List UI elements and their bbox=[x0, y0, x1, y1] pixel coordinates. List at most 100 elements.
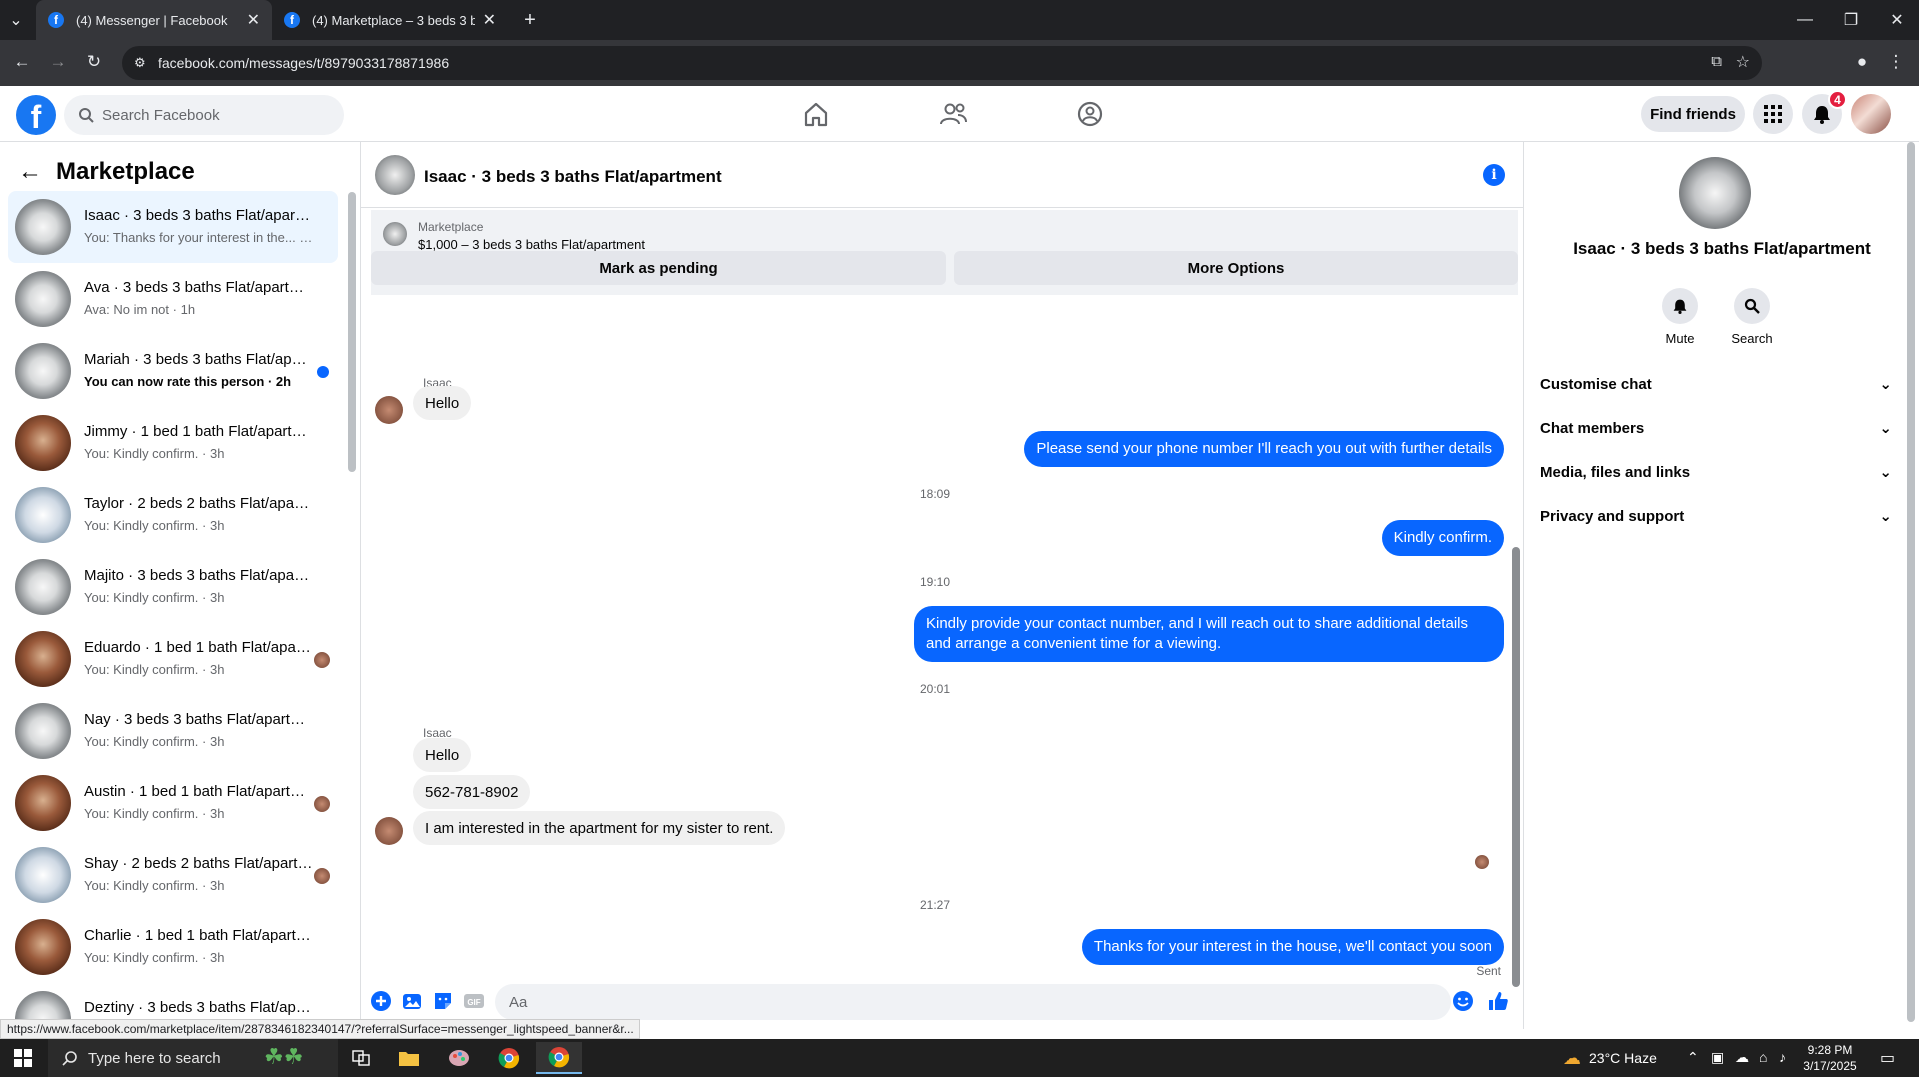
conversation-item[interactable]: Nay · 3 beds 3 baths Flat/apartment You: … bbox=[8, 695, 338, 767]
sender-avatar[interactable] bbox=[375, 396, 403, 424]
paint-app-icon[interactable] bbox=[436, 1042, 482, 1074]
incoming-message[interactable]: Hello bbox=[413, 386, 472, 420]
snippet-time: 3h bbox=[209, 950, 225, 965]
tab-search-icon[interactable]: ⌄ bbox=[0, 0, 32, 40]
home-icon[interactable] bbox=[801, 99, 831, 129]
facebook-search-input[interactable]: Search Facebook bbox=[64, 95, 344, 135]
onedrive-icon[interactable]: ☁ bbox=[1735, 1049, 1749, 1066]
conversation-name: Eduardo · 1 bed 1 bath Flat/apartment bbox=[84, 639, 314, 656]
outgoing-message[interactable]: Please send your phone number I'll reach… bbox=[1024, 431, 1504, 467]
close-tab-icon[interactable]: ✕ bbox=[247, 10, 260, 30]
message-placeholder: Aa bbox=[509, 993, 528, 1011]
conversation-item[interactable]: Isaac · 3 beds 3 baths Flat/apartment You… bbox=[8, 191, 338, 263]
chat-avatar[interactable] bbox=[375, 155, 415, 195]
outgoing-message[interactable]: Kindly provide your contact number, and … bbox=[914, 606, 1504, 662]
emoji-icon[interactable] bbox=[1452, 990, 1474, 1012]
site-info-icon[interactable]: ⚙ bbox=[134, 55, 146, 71]
conversation-item[interactable]: Shay · 2 beds 2 baths Flat/apartment You:… bbox=[8, 839, 338, 911]
sticker-icon[interactable] bbox=[432, 990, 454, 1012]
file-explorer-icon[interactable] bbox=[386, 1042, 432, 1074]
conversation-item[interactable]: Eduardo · 1 bed 1 bath Flat/apartment You… bbox=[8, 623, 338, 695]
chrome-active-window-icon[interactable] bbox=[536, 1042, 582, 1074]
tab-messenger[interactable]: f (4) Messenger | Facebook ✕ bbox=[36, 0, 272, 40]
conversation-item[interactable]: Mariah · 3 beds 3 baths Flat/apartment Yo… bbox=[8, 335, 338, 407]
notification-center-icon[interactable]: ▭ bbox=[1880, 1048, 1895, 1068]
conversation-item[interactable]: Majito · 3 beds 3 baths Flat/apartment Yo… bbox=[8, 551, 338, 623]
section-customise-chat[interactable]: Customise chat ⌄ bbox=[1540, 362, 1892, 406]
start-button[interactable] bbox=[0, 1039, 46, 1077]
separator: · bbox=[198, 446, 210, 461]
snippet-time: 2h bbox=[275, 374, 292, 389]
address-bar[interactable]: ⚙ facebook.com/messages/t/89790331788719… bbox=[122, 46, 1762, 80]
page-scrollbar[interactable] bbox=[1907, 142, 1915, 1022]
section-privacy-support[interactable]: Privacy and support ⌄ bbox=[1540, 494, 1892, 538]
account-avatar[interactable] bbox=[1851, 94, 1891, 134]
snippet-text: You: Kindly confirm. bbox=[84, 518, 199, 533]
section-chat-members[interactable]: Chat members ⌄ bbox=[1540, 406, 1892, 450]
photo-icon[interactable] bbox=[401, 990, 423, 1012]
restore-icon[interactable]: ❐ bbox=[1828, 0, 1874, 40]
install-app-icon[interactable]: ⧉ bbox=[1711, 53, 1722, 70]
system-clock[interactable]: 9:28 PM 3/17/2025 bbox=[1794, 1042, 1866, 1074]
incoming-message[interactable]: Hello bbox=[413, 738, 472, 772]
snippet-time: 3h bbox=[209, 590, 225, 605]
network-icon[interactable]: ⌂ bbox=[1759, 1049, 1767, 1065]
menu-grid-button[interactable] bbox=[1753, 94, 1793, 134]
profile-icon[interactable]: ● bbox=[1848, 48, 1876, 76]
sent-status: Sent bbox=[1476, 964, 1501, 978]
conversation-item[interactable]: Taylor · 2 beds 2 baths Flat/apartment Yo… bbox=[8, 479, 338, 551]
conversation-item[interactable]: Charlie · 1 bed 1 bath Flat/apartment You… bbox=[8, 911, 338, 983]
bookmark-star-icon[interactable]: ☆ bbox=[1736, 52, 1750, 72]
conversation-item[interactable]: Austin · 1 bed 1 bath Flat/apartment You:… bbox=[8, 767, 338, 839]
conversation-item[interactable]: Ava · 3 beds 3 baths Flat/apartment Ava: … bbox=[8, 263, 338, 335]
search-button[interactable]: Search bbox=[1717, 288, 1787, 346]
back-icon[interactable]: ← bbox=[8, 48, 36, 76]
message-input[interactable]: Aa bbox=[495, 984, 1451, 1020]
show-hidden-icons-icon[interactable]: ⌃ bbox=[1687, 1049, 1699, 1066]
incoming-message[interactable]: I am interested in the apartment for my … bbox=[413, 811, 786, 845]
browser-toolbar: ← → ↻ ⚙ facebook.com/messages/t/89790331… bbox=[0, 40, 1919, 86]
snippet-text: Ava: No im not bbox=[84, 302, 170, 317]
minimize-icon[interactable]: — bbox=[1782, 0, 1828, 40]
details-avatar[interactable] bbox=[1679, 157, 1751, 229]
gif-icon[interactable]: GIF bbox=[463, 990, 485, 1012]
volume-icon[interactable]: ♪ bbox=[1779, 1049, 1786, 1065]
mute-button[interactable]: Mute bbox=[1645, 288, 1715, 346]
groups-icon[interactable] bbox=[1075, 99, 1105, 129]
facebook-logo-icon[interactable]: f bbox=[16, 95, 56, 135]
info-icon[interactable]: i bbox=[1483, 164, 1505, 186]
sender-avatar[interactable] bbox=[375, 817, 403, 845]
separator: · bbox=[198, 950, 210, 965]
chat-title[interactable]: Isaac · 3 beds 3 baths Flat/apartment bbox=[424, 167, 722, 187]
friends-icon[interactable] bbox=[938, 99, 968, 129]
back-arrow-icon[interactable]: ← bbox=[18, 158, 42, 186]
conversation-item[interactable]: Jimmy · 1 bed 1 bath Flat/apartment You: … bbox=[8, 407, 338, 479]
close-tab-icon[interactable]: ✕ bbox=[483, 10, 496, 30]
menu-kebab-icon[interactable]: ⋮ bbox=[1882, 48, 1910, 76]
more-options-button[interactable]: More Options bbox=[954, 251, 1518, 285]
snippet-time: 1h bbox=[180, 302, 196, 317]
plus-icon[interactable] bbox=[370, 990, 392, 1012]
sidebar-scrollbar[interactable] bbox=[348, 192, 356, 472]
reload-icon[interactable]: ↻ bbox=[80, 48, 108, 76]
find-friends-button[interactable]: Find friends bbox=[1641, 96, 1745, 132]
incoming-message[interactable]: 562-781-8902 bbox=[413, 775, 531, 809]
outgoing-message[interactable]: Kindly confirm. bbox=[1381, 520, 1504, 556]
outgoing-message[interactable]: Thanks for your interest in the house, w… bbox=[1081, 929, 1504, 965]
thumbs-up-icon[interactable] bbox=[1487, 990, 1509, 1012]
chrome-icon[interactable] bbox=[486, 1042, 532, 1074]
close-window-icon[interactable]: ✕ bbox=[1874, 0, 1919, 40]
meet-now-icon[interactable]: ▣ bbox=[1711, 1049, 1724, 1066]
forward-icon[interactable]: → bbox=[44, 48, 72, 76]
taskbar-search-box[interactable]: Type here to search ☘☘ bbox=[48, 1039, 338, 1077]
tab-marketplace[interactable]: f (4) Marketplace – 3 beds 3 bath ✕ bbox=[272, 0, 508, 40]
task-view-icon[interactable] bbox=[338, 1042, 384, 1074]
chat-scrollbar[interactable] bbox=[1512, 547, 1520, 987]
section-media-files-links[interactable]: Media, files and links ⌄ bbox=[1540, 450, 1892, 494]
conversation-snippet: You: Kindly confirm. · 3h bbox=[84, 950, 314, 965]
new-tab-icon[interactable]: + bbox=[516, 0, 544, 40]
chat-details-panel: Isaac · 3 beds 3 baths Flat/apartment Mu… bbox=[1523, 142, 1919, 1029]
weather-widget[interactable]: ☁ 23°C Haze bbox=[1563, 1039, 1657, 1077]
conversation-avatar bbox=[15, 343, 71, 399]
mark-as-pending-button[interactable]: Mark as pending bbox=[371, 251, 946, 285]
